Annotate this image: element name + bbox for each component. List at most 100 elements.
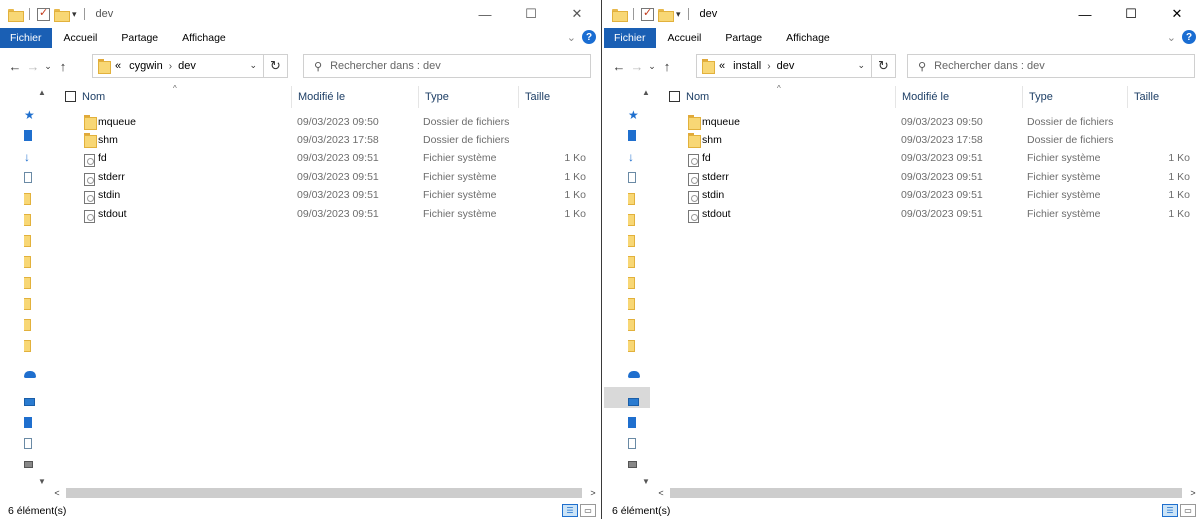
forward-arrow-icon[interactable]: → xyxy=(24,59,42,74)
address-bar[interactable]: « install › dev ⌄ xyxy=(696,54,872,78)
list-item[interactable]: stdout 09/03/2023 09:51 Fichier système … xyxy=(654,205,1194,223)
new-folder-icon[interactable] xyxy=(658,8,674,22)
breadcrumb-cygwin[interactable]: cygwin xyxy=(129,60,163,72)
header-type[interactable]: Type xyxy=(418,86,518,108)
address-dropdown-icon[interactable]: ⌄ xyxy=(249,60,257,71)
horizontal-scrollbar[interactable]: < > xyxy=(654,486,1200,500)
large-icons-view-icon[interactable]: ▭ xyxy=(1180,504,1196,517)
properties-icon[interactable] xyxy=(641,6,654,21)
header-type[interactable]: Type xyxy=(1022,86,1127,108)
tab-partage[interactable]: Partage xyxy=(109,28,170,48)
header-name[interactable]: Nom xyxy=(680,86,895,108)
list-item[interactable]: stdin 09/03/2023 09:51 Fichier système 1… xyxy=(50,186,590,204)
help-icon[interactable]: ? xyxy=(582,30,596,44)
folder-icon[interactable] xyxy=(24,339,31,352)
expand-ribbon-icon[interactable]: ⌄ xyxy=(567,31,576,44)
search-input[interactable]: ⚲ Rechercher dans : dev xyxy=(907,54,1195,78)
downloads-icon[interactable]: ↓ xyxy=(24,150,30,164)
refresh-button[interactable]: ↻ xyxy=(872,54,896,78)
maximize-button[interactable]: ☐ xyxy=(508,0,554,28)
folder-icon[interactable] xyxy=(24,234,31,247)
tab-accueil[interactable]: Accueil xyxy=(52,28,110,48)
documents-icon[interactable] xyxy=(628,172,636,183)
list-item[interactable]: shm 09/03/2023 17:58 Dossier de fichiers xyxy=(50,131,590,149)
recent-locations-icon[interactable]: ⌄ xyxy=(42,61,54,72)
scroll-left-icon[interactable]: < xyxy=(654,486,668,500)
list-item[interactable]: mqueue 09/03/2023 09:50 Dossier de fichi… xyxy=(50,113,590,131)
navigation-pane[interactable]: ▲ ★ ↓ ▼ xyxy=(0,86,46,496)
tab-fichier[interactable]: Fichier xyxy=(604,28,656,48)
tab-affichage[interactable]: Affichage xyxy=(170,28,238,48)
documents-icon[interactable] xyxy=(628,438,636,449)
tab-affichage[interactable]: Affichage xyxy=(774,28,842,48)
up-arrow-icon[interactable]: ↑ xyxy=(54,59,72,74)
scroll-up-icon[interactable]: ▲ xyxy=(38,88,46,97)
desktop-icon[interactable] xyxy=(24,130,32,141)
scrollbar-thumb[interactable] xyxy=(66,488,582,498)
close-button[interactable]: ✕ xyxy=(554,0,600,28)
header-modified[interactable]: Modifié le xyxy=(895,86,1022,108)
minimize-button[interactable]: — xyxy=(1062,0,1108,28)
minimize-button[interactable]: — xyxy=(462,0,508,28)
downloads-icon[interactable]: ↓ xyxy=(628,150,634,164)
maximize-button[interactable]: ☐ xyxy=(1108,0,1154,28)
tab-fichier[interactable]: Fichier xyxy=(0,28,52,48)
onedrive-icon[interactable] xyxy=(628,371,640,378)
header-size[interactable]: Taille xyxy=(518,86,588,108)
header-size[interactable]: Taille xyxy=(1127,86,1194,108)
breadcrumb-dev[interactable]: dev xyxy=(178,60,196,72)
scroll-right-icon[interactable]: > xyxy=(586,486,600,500)
details-view-icon[interactable]: ☰ xyxy=(1162,504,1178,517)
details-view-icon[interactable]: ☰ xyxy=(562,504,578,517)
customize-quick-access-icon[interactable]: ▾ xyxy=(676,9,681,20)
list-item[interactable]: stderr 09/03/2023 09:51 Fichier système … xyxy=(654,168,1194,186)
search-input[interactable]: ⚲ Rechercher dans : dev xyxy=(303,54,591,78)
select-all-checkbox[interactable] xyxy=(65,91,76,102)
new-folder-icon[interactable] xyxy=(54,8,70,22)
folder-icon[interactable] xyxy=(628,297,635,310)
list-item[interactable]: stderr 09/03/2023 09:51 Fichier système … xyxy=(50,168,590,186)
folder-icon[interactable] xyxy=(628,255,635,268)
customize-quick-access-icon[interactable]: ▾ xyxy=(72,9,77,20)
folder-icon[interactable] xyxy=(24,213,31,226)
address-dropdown-icon[interactable]: ⌄ xyxy=(857,60,865,71)
large-icons-view-icon[interactable]: ▭ xyxy=(580,504,596,517)
folder-icon[interactable] xyxy=(24,276,31,289)
this-pc-icon[interactable] xyxy=(24,397,35,406)
folder-icon[interactable] xyxy=(24,297,31,310)
breadcrumb-separator-icon[interactable]: › xyxy=(169,61,172,72)
horizontal-scrollbar[interactable]: < > xyxy=(50,486,600,500)
scroll-up-icon[interactable]: ▲ xyxy=(642,88,650,97)
folder-icon[interactable] xyxy=(628,318,635,331)
tab-partage[interactable]: Partage xyxy=(713,28,774,48)
breadcrumb-separator-icon[interactable]: › xyxy=(767,61,770,72)
list-item[interactable]: stdout 09/03/2023 09:51 Fichier système … xyxy=(50,205,590,223)
quick-access-star-icon[interactable]: ★ xyxy=(628,108,639,122)
address-overflow[interactable]: « xyxy=(115,60,121,72)
folder-icon[interactable] xyxy=(628,234,635,247)
list-item[interactable]: fd 09/03/2023 09:51 Fichier système 1 Ko xyxy=(654,149,1194,167)
this-pc-icon[interactable] xyxy=(628,397,639,406)
list-item[interactable]: shm 09/03/2023 17:58 Dossier de fichiers xyxy=(654,131,1194,149)
drive-icon[interactable] xyxy=(24,461,33,468)
breadcrumb-dev[interactable]: dev xyxy=(777,60,795,72)
scroll-down-icon[interactable]: ▼ xyxy=(642,477,650,486)
address-overflow[interactable]: « xyxy=(719,60,725,72)
list-item[interactable]: fd 09/03/2023 09:51 Fichier système 1 Ko xyxy=(50,149,590,167)
folder-icon[interactable] xyxy=(628,339,635,352)
folder-icon[interactable] xyxy=(24,192,31,205)
help-icon[interactable]: ? xyxy=(1182,30,1196,44)
navigation-pane[interactable]: ▲ ★ ↓ ▼ xyxy=(604,86,650,496)
properties-icon[interactable] xyxy=(37,6,50,21)
back-arrow-icon[interactable]: ← xyxy=(6,59,24,74)
folder-icon[interactable] xyxy=(628,192,635,205)
recent-locations-icon[interactable]: ⌄ xyxy=(646,61,658,72)
folder-icon[interactable] xyxy=(628,213,635,226)
header-modified[interactable]: Modifié le xyxy=(291,86,418,108)
close-button[interactable]: ✕ xyxy=(1154,0,1200,28)
documents-icon[interactable] xyxy=(24,172,32,183)
folder-icon[interactable] xyxy=(24,318,31,331)
refresh-button[interactable]: ↻ xyxy=(264,54,288,78)
quick-access-star-icon[interactable]: ★ xyxy=(24,108,35,122)
folder-icon[interactable] xyxy=(24,255,31,268)
